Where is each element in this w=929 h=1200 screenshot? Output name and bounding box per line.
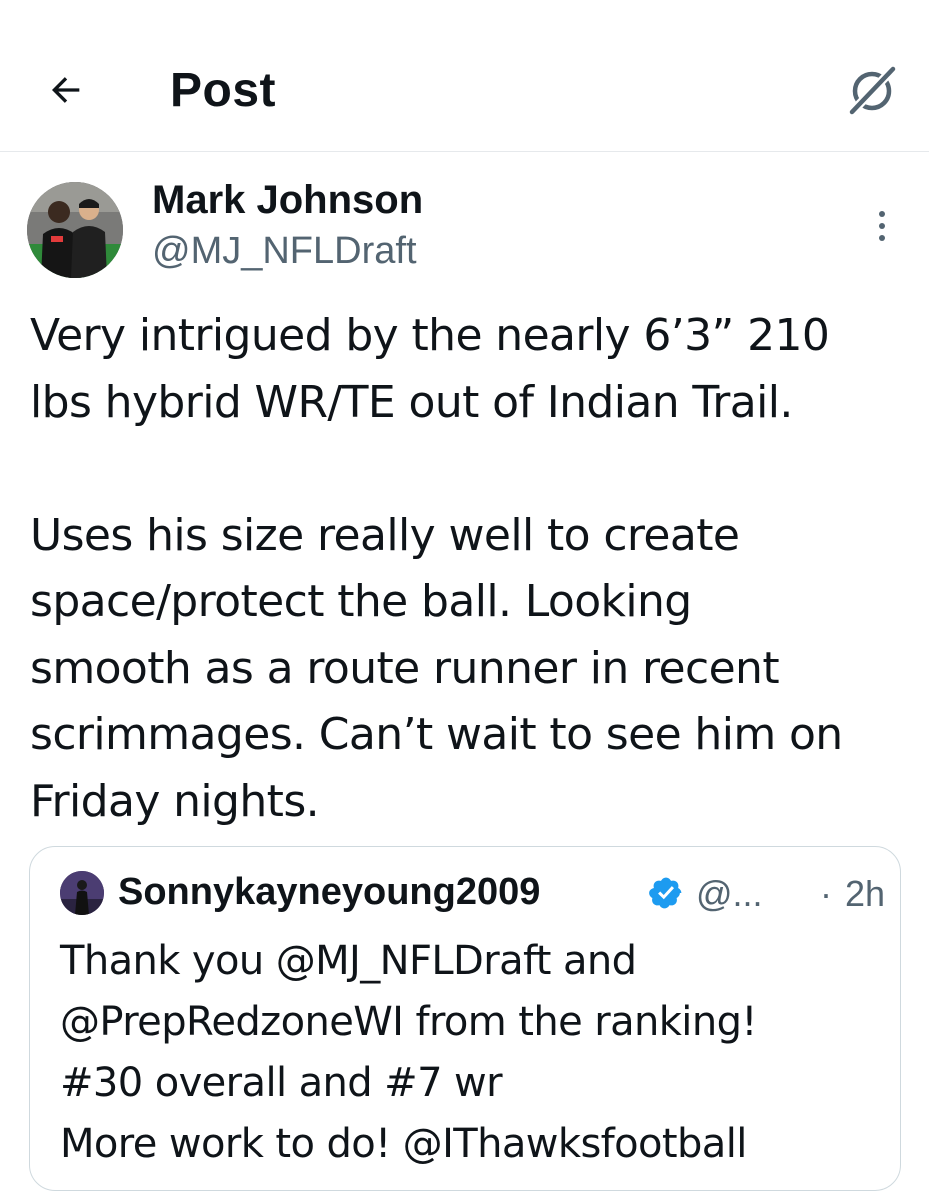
profile-photo [60, 871, 104, 915]
author-handle[interactable]: @MJ_NFLDraft [152, 228, 417, 274]
top-bar: Post [0, 0, 929, 152]
post-author-row: Mark Johnson @MJ_NFLDraft [0, 170, 929, 280]
author-avatar[interactable] [27, 182, 123, 278]
quoted-author-name[interactable]: Sonnykayneyoung2009 [118, 869, 540, 915]
arrow-left-icon [52, 77, 80, 103]
more-vertical-icon [879, 211, 885, 217]
verified-badge-icon [649, 877, 682, 909]
author-name[interactable]: Mark Johnson [152, 176, 423, 224]
more-vertical-icon [879, 223, 885, 229]
post-text: Very intrigued by the nearly 6’3” 210 lb… [30, 310, 843, 827]
separator-dot: · [820, 873, 832, 914]
page-title: Post [170, 64, 277, 117]
grok-button[interactable] [840, 58, 904, 122]
quoted-author-handle[interactable]: @... [696, 871, 763, 917]
quoted-author-avatar[interactable] [60, 871, 104, 915]
more-vertical-icon [879, 235, 885, 241]
grok-icon [847, 64, 898, 117]
back-button[interactable] [36, 60, 96, 120]
quoted-post-time[interactable]: 2h [845, 871, 885, 917]
quoted-post-card[interactable]: Sonnykayneyoung2009 @... · 2h Thank you … [29, 846, 901, 1191]
quoted-post-text: Thank you @MJ_NFLDraft and @PrepRedzoneW… [60, 938, 757, 1167]
profile-photo [27, 182, 123, 278]
more-options-button[interactable] [860, 194, 904, 258]
